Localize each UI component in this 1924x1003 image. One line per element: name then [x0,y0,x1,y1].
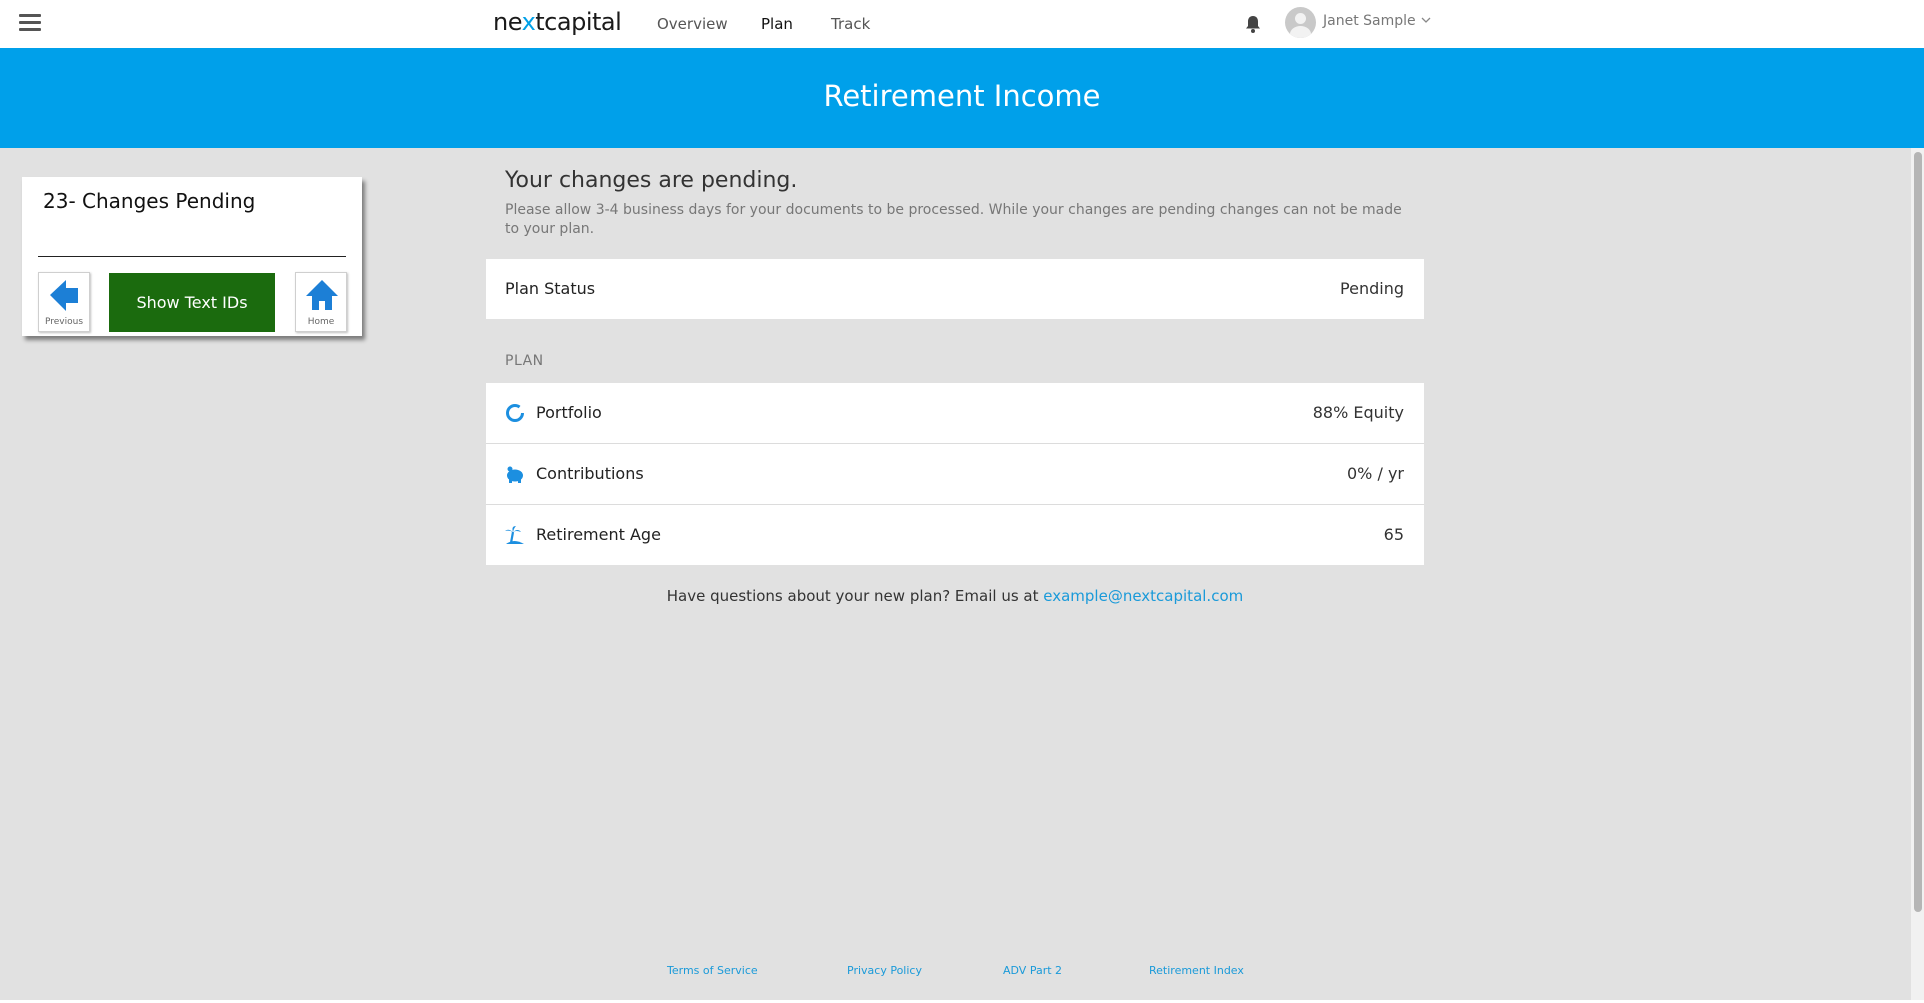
plan-row-label: Retirement Age [536,525,661,544]
nav-link-overview[interactable]: Overview [657,15,728,33]
plan-status-label: Plan Status [505,279,596,298]
email-link[interactable]: example@nextcapital.com [1043,587,1243,605]
menu-icon[interactable] [19,14,41,32]
home-icon [306,280,338,310]
pending-heading: Your changes are pending. [505,168,798,193]
arrow-left-icon [50,280,78,311]
scrollbar-thumb[interactable] [1914,152,1922,912]
screen-helper-card: 23- Changes Pending Previous Show Text I… [22,177,362,336]
chevron-down-icon[interactable] [1421,15,1431,25]
footer-link-terms[interactable]: Terms of Service [667,964,758,977]
pending-description: Please allow 3-4 business days for your … [505,202,1402,237]
plan-section-label: PLAN [505,353,544,369]
plan-row-contributions[interactable]: Contributions 0% / yr [486,444,1424,505]
plan-status-card: Plan Status Pending [486,259,1424,319]
nextcapital-logo[interactable]: nextcapital [493,8,622,36]
show-text-ids-button[interactable]: Show Text IDs [109,273,275,332]
app-root: nextcapital Overview Plan Track Janet Sa… [0,0,1924,1000]
footer-link-retirement-index[interactable]: Retirement Index [1149,964,1244,977]
top-nav: nextcapital Overview Plan Track Janet Sa… [0,0,1924,48]
plan-row-value: 0% / yr [1347,464,1404,483]
notification-bell-icon[interactable] [1244,14,1262,34]
helper-title: 23- Changes Pending [43,189,256,213]
avatar[interactable] [1285,7,1316,38]
plan-status-value: Pending [1340,279,1404,298]
footer-link-privacy[interactable]: Privacy Policy [847,964,922,977]
piggy-bank-icon [507,466,523,483]
plan-row-label: Contributions [536,464,644,483]
page-banner: Retirement Income [0,48,1924,148]
nav-link-plan[interactable]: Plan [761,15,793,33]
plan-row-portfolio[interactable]: Portfolio 88% Equity [486,383,1424,444]
scrollbar[interactable] [1911,148,1924,1000]
plan-details-card: Portfolio 88% Equity Contributions 0% / … [486,383,1424,565]
questions-text: Have questions about your new plan? Emai… [486,587,1424,605]
plan-row-value: 88% Equity [1312,403,1404,422]
user-name[interactable]: Janet Sample [1323,13,1416,29]
plan-row-retirement-age[interactable]: Retirement Age 65 [486,505,1424,565]
plan-row-value: 65 [1383,525,1404,544]
plan-row-label: Portfolio [536,403,602,422]
questions-prompt: Have questions about your new plan? Emai… [666,587,1039,605]
previous-label: Previous [44,317,84,327]
previous-button[interactable]: Previous [38,272,90,332]
nav-link-track[interactable]: Track [831,15,870,33]
beach-palm-icon [505,526,524,544]
home-button[interactable]: Home [295,272,347,332]
footer-link-adv[interactable]: ADV Part 2 [1003,964,1062,977]
home-label: Home [307,317,335,327]
page-title: Retirement Income [823,79,1101,113]
donut-chart-icon [506,404,524,422]
divider [38,256,346,257]
